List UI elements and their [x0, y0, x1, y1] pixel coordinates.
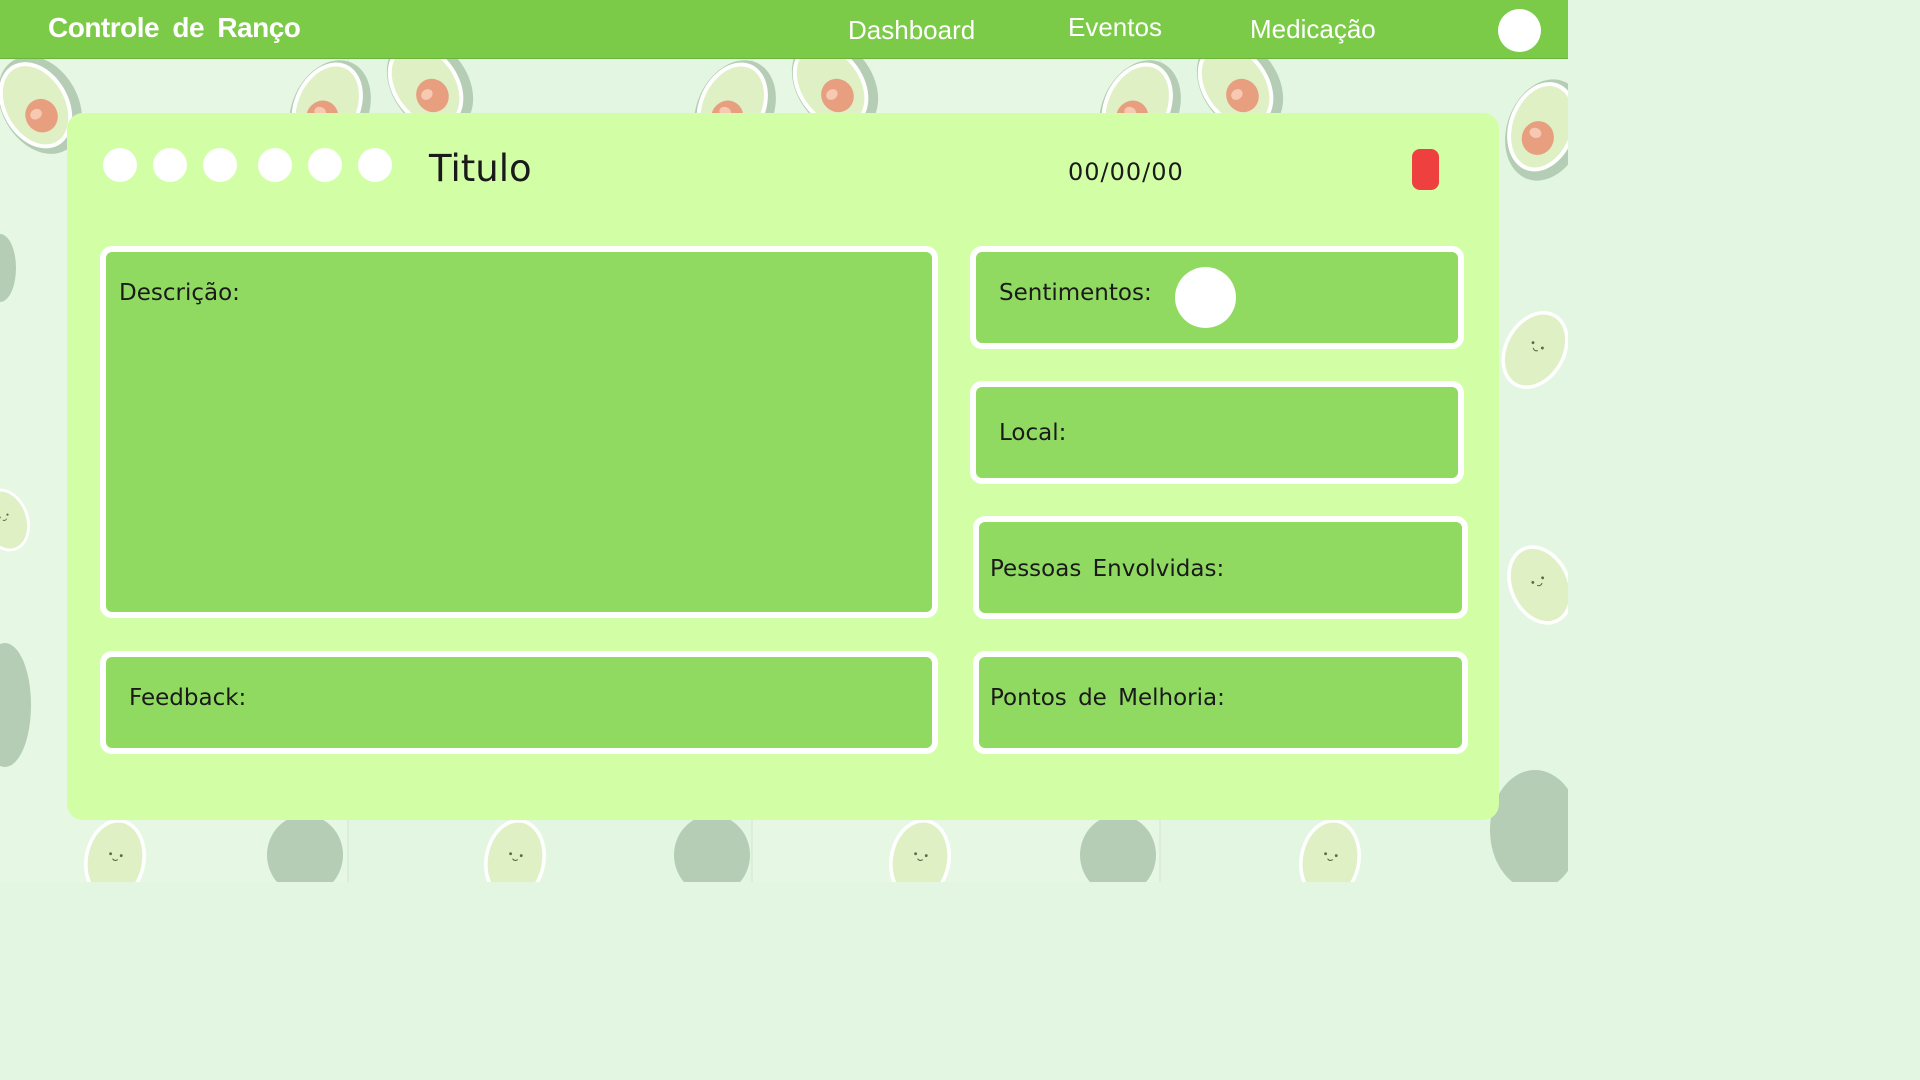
event-title[interactable]: Titulo	[429, 147, 532, 190]
rating-dot-1[interactable]	[103, 148, 137, 182]
sentimentos-field[interactable]: Sentimentos:	[970, 246, 1464, 349]
nav-link-medicacao[interactable]: Medicação	[1250, 14, 1376, 45]
event-card: Titulo 00/00/00 Descrição: Sentimentos: …	[67, 113, 1499, 820]
sentimentos-label: Sentimentos:	[999, 280, 1152, 306]
mood-icon[interactable]	[1175, 267, 1236, 328]
local-field[interactable]: Local:	[970, 381, 1464, 484]
avatar-icon[interactable]	[1498, 9, 1541, 52]
rating-dot-6[interactable]	[358, 148, 392, 182]
nav-link-eventos[interactable]: Eventos	[1068, 12, 1162, 43]
rating-dot-4[interactable]	[258, 148, 292, 182]
event-date[interactable]: 00/00/00	[1068, 158, 1184, 186]
rating-dot-5[interactable]	[308, 148, 342, 182]
feedback-label: Feedback:	[129, 685, 247, 711]
nav-link-dashboard[interactable]: Dashboard	[848, 15, 975, 46]
rating-dot-3[interactable]	[203, 148, 237, 182]
feedback-field[interactable]: Feedback:	[100, 651, 938, 754]
pontos-de-melhoria-label: Pontos de Melhoria:	[990, 685, 1225, 711]
top-navigation-bar: Controle de Ranço Dashboard Eventos Medi…	[0, 0, 1568, 59]
descricao-label: Descrição:	[119, 280, 240, 306]
pessoas-envolvidas-label: Pessoas Envolvidas:	[990, 556, 1225, 582]
local-label: Local:	[999, 420, 1067, 446]
pontos-de-melhoria-field[interactable]: Pontos de Melhoria:	[973, 651, 1468, 754]
pessoas-envolvidas-field[interactable]: Pessoas Envolvidas:	[973, 516, 1468, 619]
descricao-field[interactable]: Descrição:	[100, 246, 938, 618]
delete-icon[interactable]	[1412, 149, 1439, 190]
app-title: Controle de Ranço	[48, 12, 301, 43]
rating-dot-2[interactable]	[153, 148, 187, 182]
